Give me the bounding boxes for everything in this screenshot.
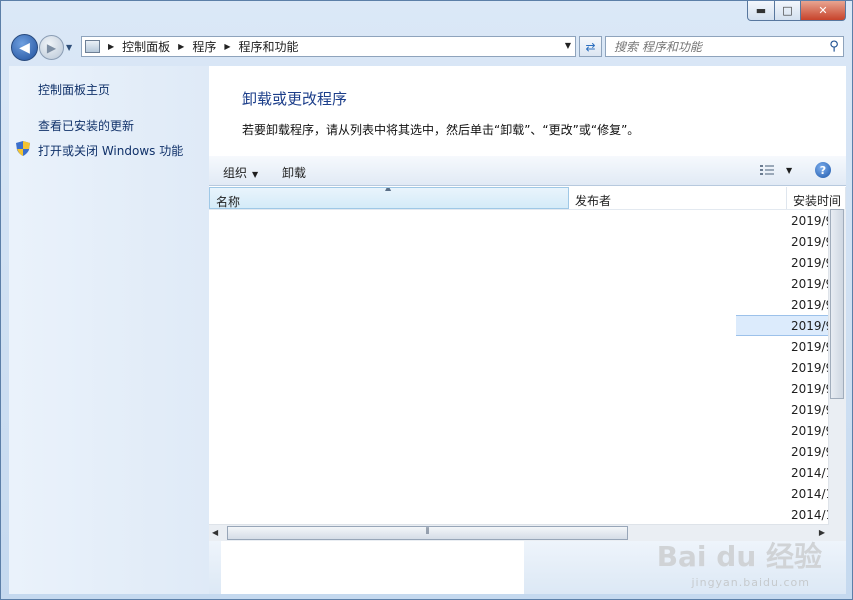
program-list: ▲ 名称 发布者 安装时间 2019/9 2019/9 2019/9 2019/9 20… bbox=[209, 187, 846, 524]
forward-arrow-icon: ▶ bbox=[46, 40, 57, 55]
chevron-down-icon: ▼ bbox=[252, 170, 259, 179]
details-info-area bbox=[221, 541, 524, 594]
install-date-cell: 2019/9 bbox=[791, 235, 834, 249]
search-icon[interactable]: ⚲ bbox=[825, 39, 843, 54]
column-name-label: 名称 bbox=[216, 195, 241, 209]
breadcrumb-separator-icon[interactable]: ▶ bbox=[178, 42, 184, 51]
install-date-cell: 2019/9 bbox=[791, 214, 834, 228]
main-panel: 卸载或更改程序 若要卸载程序，请从列表中将其选中，然后单击“卸载”、“更改”或“… bbox=[209, 66, 846, 594]
page-description: 若要卸载程序，请从列表中将其选中，然后单击“卸载”、“更改”或“修复”。 bbox=[242, 123, 640, 137]
column-header-install-date[interactable]: 安装时间 bbox=[787, 187, 846, 209]
breadcrumb-programs[interactable]: 程序 bbox=[192, 38, 216, 55]
address-bar[interactable]: ▶ 控制面板 ▶ 程序 ▶ 程序和功能 ▼ bbox=[81, 36, 576, 57]
organize-label: 组织 bbox=[223, 166, 248, 180]
breadcrumb-control-panel[interactable]: 控制面板 bbox=[122, 38, 170, 55]
search-box[interactable]: ⚲ bbox=[605, 36, 844, 57]
window-controls: ▬ □ ✕ bbox=[747, 1, 846, 21]
column-install-date-label: 安装时间 bbox=[793, 194, 842, 208]
table-row[interactable]: 2019/9 bbox=[209, 231, 846, 252]
close-button[interactable]: ✕ bbox=[801, 1, 846, 21]
scrollbar-corner bbox=[829, 524, 846, 541]
table-row[interactable]: 2019/9 bbox=[209, 441, 846, 462]
install-date-cell: 2019/9 bbox=[791, 445, 834, 459]
install-date-cell: 2019/9 bbox=[791, 340, 834, 354]
forward-button[interactable]: ▶ bbox=[39, 35, 64, 60]
column-publisher-label: 发布者 bbox=[575, 194, 612, 208]
table-row[interactable]: 2019/9 bbox=[209, 336, 846, 357]
uac-shield-icon bbox=[16, 141, 30, 156]
list-rows: 2019/9 2019/9 2019/9 2019/9 2019/9 2019/9 2019… bbox=[209, 210, 846, 524]
scroll-left-icon[interactable]: ◀ bbox=[212, 528, 218, 537]
recent-pages-dropdown-icon[interactable]: ▼ bbox=[66, 43, 72, 52]
control-panel-window: ▬ □ ✕ ◀ ▶ ▼ ▶ 控制面板 ▶ 程序 ▶ 程序和功能 ▼ ⇄ ⚲ 控 bbox=[0, 0, 853, 600]
install-date-cell: 2014/1 bbox=[791, 508, 834, 522]
column-header-publisher[interactable]: 发布者 bbox=[569, 187, 787, 209]
organize-button[interactable]: 组织 ▼ bbox=[223, 164, 258, 181]
blurred-title-area bbox=[1, 1, 741, 31]
refresh-button[interactable]: ⇄ bbox=[579, 36, 602, 57]
table-row[interactable]: 2014/1 bbox=[209, 504, 846, 524]
sidebar: 控制面板主页 查看已安装的更新 打开或关闭 Windows 功能 bbox=[9, 66, 209, 594]
back-arrow-icon: ◀ bbox=[19, 39, 30, 56]
change-view-icon[interactable] bbox=[760, 165, 774, 176]
breadcrumb-separator-icon[interactable]: ▶ bbox=[224, 42, 230, 51]
search-input[interactable] bbox=[606, 38, 825, 55]
address-dropdown-icon[interactable]: ▼ bbox=[565, 41, 571, 50]
install-date-cell: 2019/9 bbox=[791, 382, 834, 396]
control-panel-icon bbox=[85, 40, 100, 53]
vertical-scrollbar[interactable] bbox=[828, 209, 846, 524]
minimize-button[interactable]: ▬ bbox=[747, 1, 775, 21]
table-row[interactable]: 2019/9 bbox=[209, 210, 846, 231]
horizontal-scroll-thumb[interactable]: ⦀ bbox=[227, 526, 628, 540]
install-date-cell: 2019/9 bbox=[791, 403, 834, 417]
install-date-cell: 2014/1 bbox=[791, 487, 834, 501]
install-date-cell: 2019/9 bbox=[791, 361, 834, 375]
table-row[interactable]: 2019/9 bbox=[209, 252, 846, 273]
content-area: 控制面板主页 查看已安装的更新 打开或关闭 Windows 功能 卸载或更改程序… bbox=[9, 66, 846, 594]
table-row[interactable]: 2019/9 bbox=[209, 357, 846, 378]
sidebar-item-view-installed-updates[interactable]: 查看已安装的更新 bbox=[38, 117, 134, 134]
sidebar-item-control-panel-home[interactable]: 控制面板主页 bbox=[38, 81, 110, 98]
view-options-dropdown-icon[interactable]: ▼ bbox=[786, 166, 792, 175]
install-date-cell: 2014/1 bbox=[791, 466, 834, 480]
install-date-cell: 2019/9 bbox=[791, 424, 834, 438]
sidebar-item-windows-features[interactable]: 打开或关闭 Windows 功能 bbox=[38, 142, 183, 159]
table-row[interactable]: 2014/1 bbox=[209, 462, 846, 483]
table-row[interactable]: 2019/9 bbox=[209, 420, 846, 441]
refresh-icon: ⇄ bbox=[585, 39, 596, 54]
breadcrumb: ▶ 控制面板 ▶ 程序 ▶ 程序和功能 bbox=[100, 38, 299, 55]
maximize-button[interactable]: □ bbox=[775, 1, 801, 21]
page-title: 卸载或更改程序 bbox=[242, 90, 348, 108]
uninstall-button[interactable]: 卸载 bbox=[282, 164, 306, 181]
back-button[interactable]: ◀ bbox=[11, 34, 38, 61]
column-header-name[interactable]: ▲ 名称 bbox=[209, 187, 569, 209]
navigation-bar: ◀ ▶ ▼ ▶ 控制面板 ▶ 程序 ▶ 程序和功能 ▼ ⇄ ⚲ bbox=[9, 34, 844, 61]
watermark-url: jingyan.baidu.com bbox=[691, 576, 810, 589]
install-date-cell: 2019/9 bbox=[791, 256, 834, 270]
table-row[interactable]: 2019/9 bbox=[209, 273, 846, 294]
table-row[interactable]: 2014/1 bbox=[209, 483, 846, 504]
sort-ascending-icon: ▲ bbox=[385, 187, 392, 192]
install-date-cell: 2019/9 bbox=[791, 277, 834, 291]
help-button[interactable]: ? bbox=[815, 162, 831, 178]
install-date-cell: 2019/9 bbox=[791, 319, 834, 333]
table-row[interactable]: 2019/9 bbox=[209, 378, 846, 399]
table-row[interactable]: 2019/9 bbox=[209, 399, 846, 420]
table-row[interactable]: 2019/9 bbox=[209, 294, 846, 315]
install-date-cell: 2019/9 bbox=[791, 298, 834, 312]
toolbar: 组织 ▼ 卸载 ▼ ? bbox=[209, 156, 846, 186]
breadcrumb-programs-and-features[interactable]: 程序和功能 bbox=[239, 38, 299, 55]
watermark-logo: Bai du 经验 bbox=[656, 540, 822, 573]
vertical-scroll-thumb[interactable] bbox=[830, 209, 844, 399]
breadcrumb-separator-icon[interactable]: ▶ bbox=[108, 42, 114, 51]
